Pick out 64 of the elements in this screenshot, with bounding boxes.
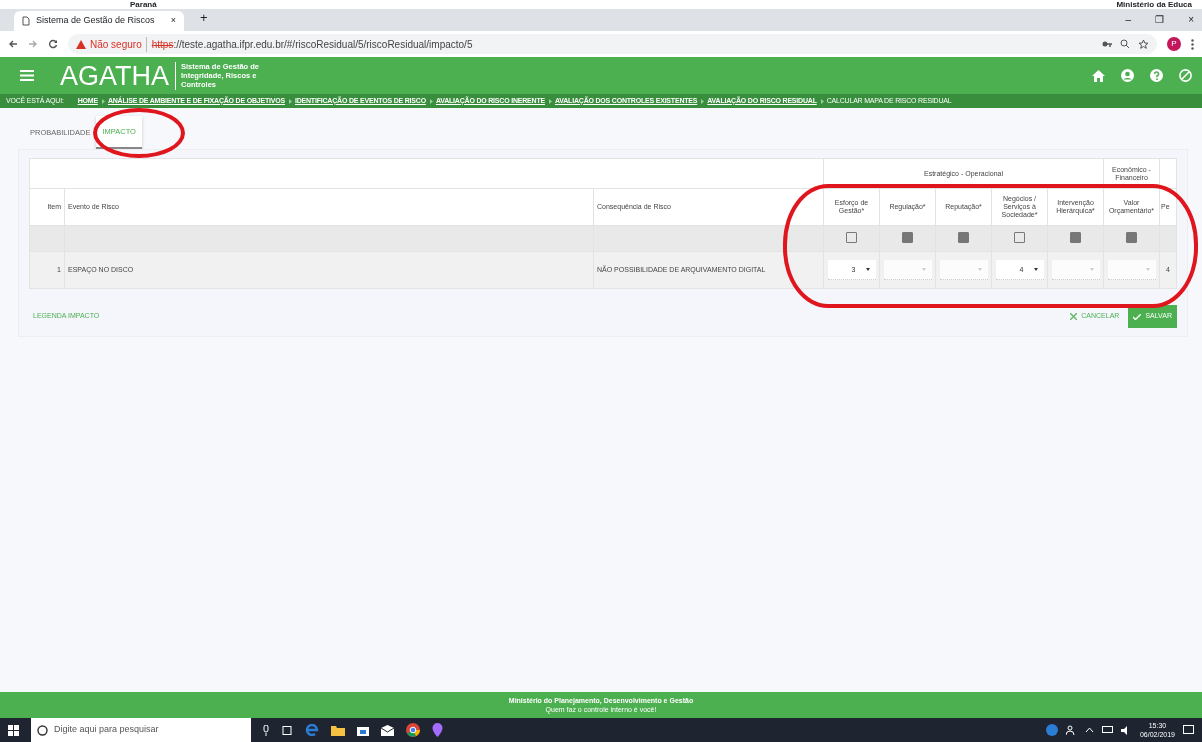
checkbox[interactable] (1126, 231, 1137, 243)
browser-icon[interactable] (305, 724, 319, 736)
chevron-icon (700, 98, 705, 104)
caret-icon (977, 268, 982, 272)
mail-icon[interactable] (381, 724, 394, 736)
close-button[interactable]: × (1188, 12, 1194, 27)
warning-icon (76, 39, 86, 49)
tab-title: Sistema de Gestão de Riscos (36, 14, 156, 28)
chevron-icon (819, 98, 824, 104)
caret-icon (1089, 268, 1094, 272)
select-field[interactable] (883, 260, 932, 281)
star-icon[interactable] (1138, 38, 1149, 50)
caret-icon (921, 268, 926, 272)
checkbox[interactable] (1014, 231, 1025, 243)
browser-tab[interactable]: Sistema de Gestão de Riscos × (14, 11, 184, 31)
chrome-icon[interactable] (406, 723, 420, 737)
security-label[interactable]: Não seguro (90, 36, 142, 52)
checkbox[interactable] (958, 231, 969, 243)
chevron-icon (428, 98, 433, 104)
people-icon[interactable] (1065, 725, 1077, 735)
minimize-button[interactable]: – (1125, 12, 1132, 27)
restore-button[interactable]: ❐ (1155, 12, 1165, 27)
logo-text: Paraná (130, 0, 157, 9)
ministry-text: Ministério da Educa (1116, 0, 1192, 9)
task-view-icon[interactable] (281, 725, 293, 735)
profile-avatar[interactable]: P (1167, 37, 1181, 51)
back-icon[interactable] (8, 39, 18, 49)
new-tab-button[interactable]: + (200, 7, 208, 27)
select-field[interactable] (1107, 260, 1156, 281)
caret-icon (865, 268, 870, 272)
home-icon[interactable] (1092, 69, 1105, 82)
address-bar[interactable]: Não seguro https://teste.agatha.ifpr.edu.br/#/riscoResidual/5/riscoResidual/impacto/5 (68, 34, 1157, 54)
zoom-icon[interactable] (1120, 39, 1130, 49)
check-icon (1133, 313, 1142, 320)
close-icon (1070, 313, 1078, 320)
key-icon[interactable] (1102, 40, 1112, 48)
app-logo: AGATHA (60, 61, 176, 90)
chevron-icon (547, 98, 552, 104)
user-icon[interactable] (1121, 69, 1134, 82)
checkbox[interactable] (1070, 231, 1081, 243)
page-icon (22, 16, 30, 26)
menu-icon[interactable] (1191, 38, 1194, 50)
block-icon[interactable] (1179, 69, 1192, 82)
url-text: ://teste.agatha.ifpr.edu.br/#/riscoResidual/5/riscoResidual/impacto/5 (173, 37, 473, 52)
chevron-up-icon[interactable] (1084, 727, 1094, 733)
store-icon[interactable] (357, 724, 369, 736)
url-protocol: https (145, 36, 174, 52)
reload-icon[interactable] (48, 39, 58, 49)
checkbox[interactable] (846, 231, 857, 243)
microphone-icon[interactable] (263, 724, 269, 736)
taskbar-search-field[interactable]: Digite aqui para pesquisar (31, 718, 251, 742)
close-tab-button[interactable]: × (170, 14, 176, 28)
notification-icon[interactable] (1183, 725, 1194, 735)
folder-icon[interactable] (331, 724, 345, 736)
chevron-icon (287, 98, 292, 104)
caret-icon (1033, 268, 1038, 272)
chevron-icon (100, 98, 105, 104)
map-pin-icon[interactable] (432, 723, 443, 737)
select-field[interactable] (939, 260, 988, 281)
checkbox[interactable] (902, 231, 913, 243)
select-field[interactable] (1051, 260, 1100, 281)
caret-icon (1145, 268, 1150, 272)
windows-icon[interactable] (8, 724, 19, 736)
search-icon (37, 724, 48, 736)
